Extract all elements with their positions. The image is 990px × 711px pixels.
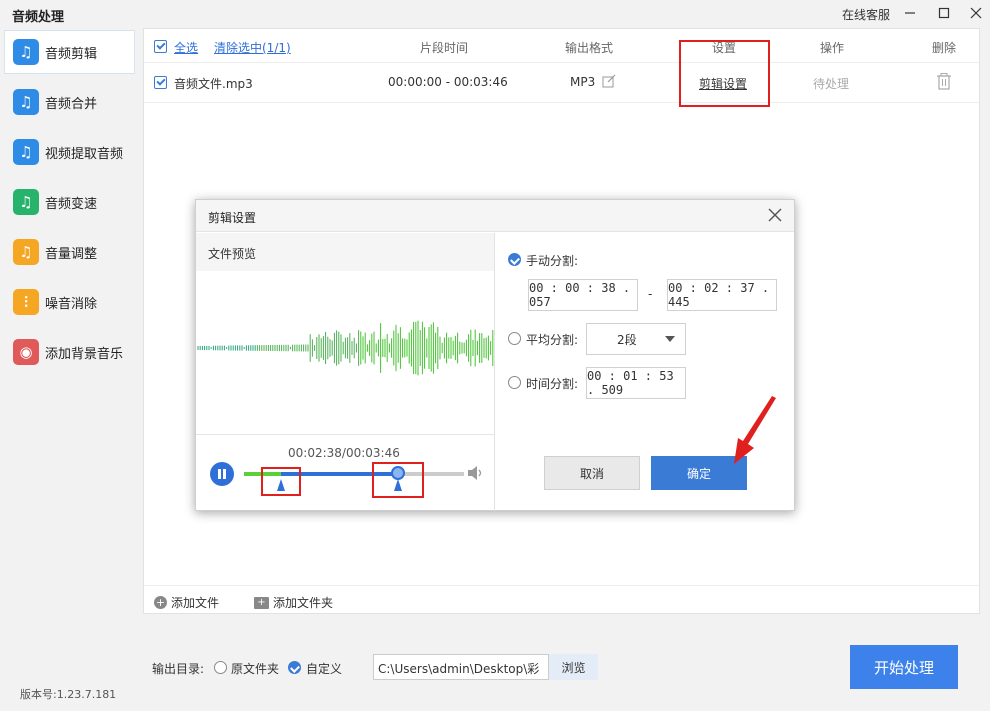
table-header: 全选 清除选中(1/1) 片段时间 输出格式 设置 操作 删除 (144, 29, 979, 63)
add-file-button[interactable]: + 添加文件 (154, 594, 219, 611)
annotation-end-box (372, 462, 424, 498)
volume-icon: ♫ (13, 239, 39, 265)
folder-plus-icon: + (254, 596, 269, 609)
maximize-icon[interactable] (932, 2, 956, 24)
cancel-button[interactable]: 取消 (544, 456, 640, 490)
column-operation: 操作 (820, 41, 845, 55)
add-folder-label: 添加文件夹 (273, 596, 334, 610)
pause-button[interactable] (210, 462, 234, 486)
speaker-icon[interactable] (467, 464, 485, 485)
sidebar-item-label: 视频提取音频 (45, 146, 124, 162)
column-delete: 删除 (932, 41, 957, 55)
dropdown-caret-icon (665, 336, 675, 342)
split-end-input[interactable]: 00 : 02 : 37 . 445 (667, 279, 777, 311)
average-split-label: 平均分割: (526, 333, 579, 347)
audio-merge-icon: ♫ (13, 89, 39, 115)
select-all-link[interactable]: 全选 (174, 39, 198, 56)
split-range-dash: - (648, 287, 653, 301)
average-split-select[interactable]: 2段 (586, 323, 686, 355)
add-file-label: 添加文件 (171, 596, 220, 610)
manual-split-label: 手动分割: (526, 254, 579, 268)
preview-label: 文件预览 (208, 247, 257, 261)
preview-header: 文件预览 (196, 233, 494, 271)
column-output-format: 输出格式 (565, 41, 614, 55)
time-split-label: 时间分割: (526, 377, 579, 391)
title-bar: 音频处理 在线客服 (0, 0, 990, 28)
sidebar-item-extract-audio[interactable]: ♫ 视频提取音频 (4, 130, 135, 174)
waveform (197, 320, 494, 376)
clip-settings-dialog: 剪辑设置 文件预览 00:02:38/00:03:46 手动分割: 00 : 0… (195, 199, 795, 511)
background-music-icon: ◉ (13, 339, 39, 365)
time-split-radio[interactable] (508, 376, 521, 389)
annotation-highlight-box (679, 40, 770, 107)
noise-removal-icon: ⫶ (13, 289, 39, 315)
trash-icon[interactable] (936, 73, 952, 93)
add-files-bar: + 添加文件 + 添加文件夹 (144, 585, 979, 614)
original-folder-radio[interactable] (214, 661, 227, 674)
edit-format-icon[interactable] (602, 74, 616, 91)
close-dialog-icon[interactable] (768, 208, 782, 225)
browse-button[interactable]: 浏览 (549, 654, 598, 680)
column-segment-time: 片段时间 (420, 41, 469, 55)
output-bar: 输出目录: 原文件夹 自定义 C:\Users\admin\Desktop\彩 … (143, 614, 990, 711)
custom-folder-radio[interactable] (288, 661, 301, 674)
average-split-radio[interactable] (508, 332, 521, 345)
audio-speed-icon: ♫ (13, 189, 39, 215)
clear-selected-link[interactable]: 清除选中(1/1) (214, 39, 291, 56)
row-format: MP3 (570, 75, 596, 89)
playback-time: 00:02:38/00:03:46 (288, 446, 400, 460)
annotation-arrow (734, 396, 776, 464)
audio-trim-icon: ♫ (13, 39, 39, 65)
sidebar-item-label: 噪音消除 (45, 296, 98, 312)
sidebar-item-label: 音频合并 (45, 96, 98, 112)
app-title: 音频处理 (12, 10, 65, 25)
pause-icon (218, 469, 226, 479)
sidebar-item-audio-trim[interactable]: ♫ 音频剪辑 (4, 30, 135, 74)
average-split-value: 2段 (617, 332, 637, 347)
sidebar-item-label: 添加背景音乐 (45, 346, 124, 362)
sidebar-item-label: 音量调整 (45, 246, 98, 262)
dialog-header: 剪辑设置 (196, 200, 794, 232)
online-service-link[interactable]: 在线客服 (842, 6, 890, 23)
row-status: 待处理 (813, 77, 850, 91)
sidebar: ♫ 音频剪辑 ♫ 音频合并 ♫ 视频提取音频 ♫ 音频变速 ♫ 音量调整 ⫶ 噪… (0, 28, 140, 711)
plus-circle-icon: + (154, 596, 167, 609)
start-process-button[interactable]: 开始处理 (850, 645, 958, 689)
close-window-icon[interactable] (964, 2, 988, 24)
sidebar-item-audio-speed[interactable]: ♫ 音频变速 (4, 180, 135, 224)
pane-divider (494, 233, 495, 511)
sidebar-item-label: 音频剪辑 (45, 46, 98, 62)
add-folder-button[interactable]: + 添加文件夹 (254, 594, 333, 611)
row-filename: 音频文件.mp3 (174, 77, 253, 91)
row-checkbox[interactable] (154, 76, 167, 89)
output-path-input[interactable]: C:\Users\admin\Desktop\彩 (373, 654, 549, 680)
waveform-divider (196, 434, 494, 435)
sidebar-item-noise-removal[interactable]: ⫶ 噪音消除 (4, 280, 135, 324)
sidebar-item-audio-merge[interactable]: ♫ 音频合并 (4, 80, 135, 124)
custom-folder-label: 自定义 (306, 662, 343, 676)
annotation-start-box (261, 467, 302, 496)
extract-audio-icon: ♫ (13, 139, 39, 165)
sidebar-item-background-music[interactable]: ◉ 添加背景音乐 (4, 330, 135, 374)
original-folder-label: 原文件夹 (231, 662, 280, 676)
minimize-icon[interactable] (898, 2, 922, 24)
sidebar-item-volume[interactable]: ♫ 音量调整 (4, 230, 135, 274)
manual-split-radio[interactable] (508, 253, 521, 266)
row-segment-time: 00:00:00 - 00:03:46 (388, 75, 508, 89)
split-start-input[interactable]: 00 : 00 : 38 . 057 (528, 279, 638, 311)
output-dir-label: 输出目录: (152, 662, 205, 676)
dialog-title: 剪辑设置 (208, 211, 257, 225)
select-all-checkbox[interactable] (154, 40, 167, 53)
time-split-input[interactable]: 00 : 01 : 53 . 509 (586, 367, 686, 399)
table-row[interactable]: 音频文件.mp3 00:00:00 - 00:03:46 MP3 剪辑设置 待处… (144, 63, 979, 103)
version-label: 版本号:1.23.7.181 (20, 688, 117, 701)
sidebar-item-label: 音频变速 (45, 196, 98, 212)
